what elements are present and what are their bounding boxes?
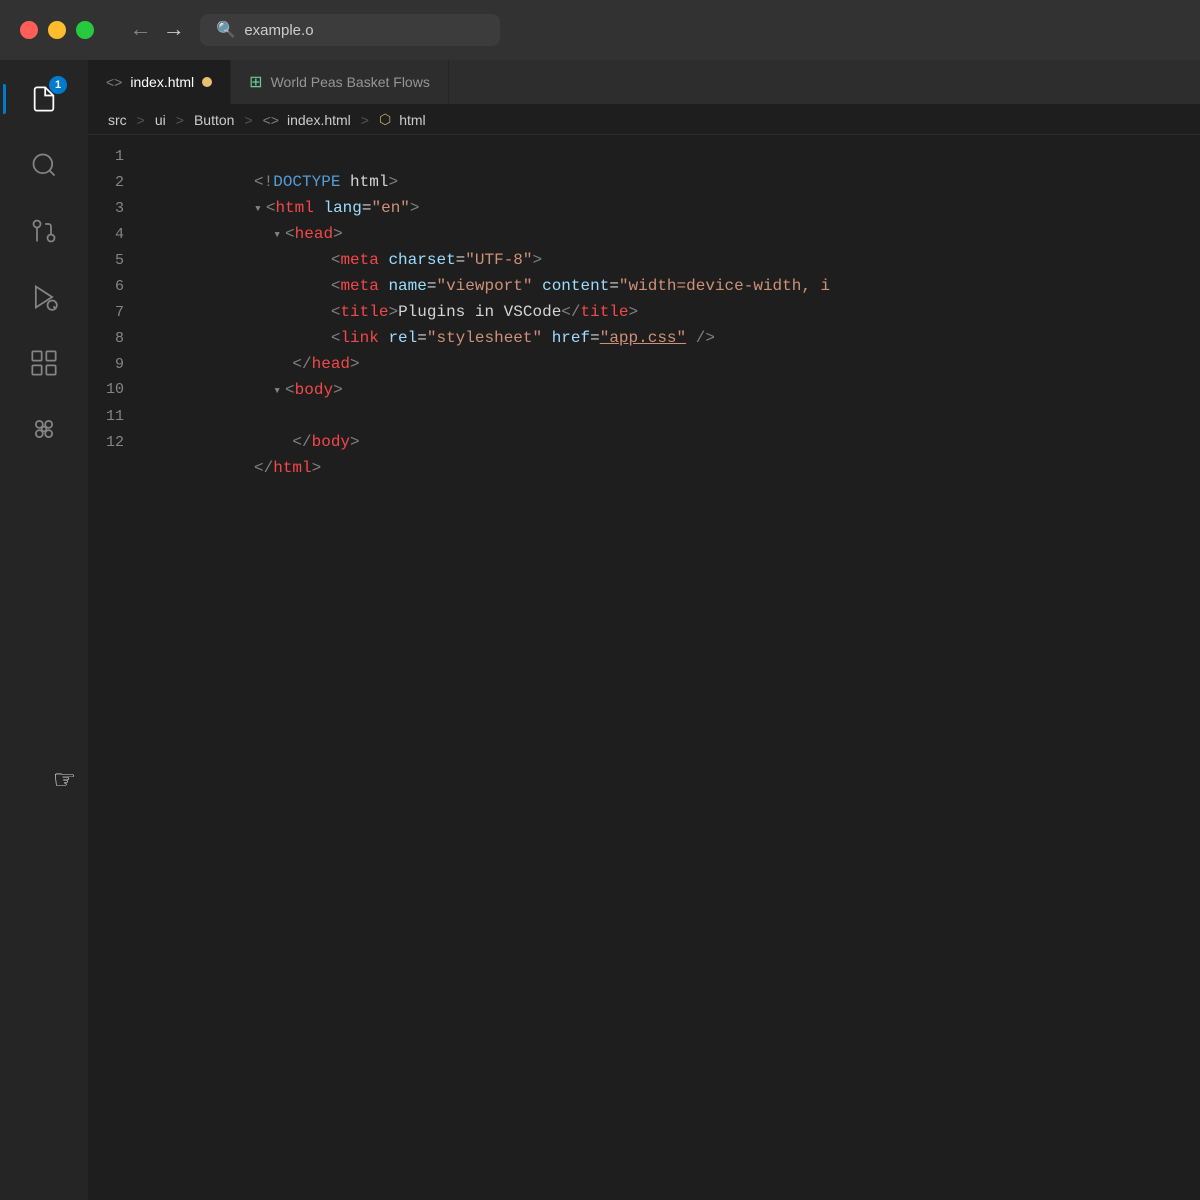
address-bar[interactable]: 🔍 example.o xyxy=(200,14,500,46)
html-file-icon: <> xyxy=(106,74,122,90)
sidebar-item-search[interactable] xyxy=(15,136,73,194)
tab-bar: <> index.html ⊞ World Peas Basket Flows xyxy=(88,60,1200,105)
sidebar-item-run[interactable] xyxy=(15,268,73,326)
address-text: example.o xyxy=(244,22,313,39)
close-button[interactable] xyxy=(20,21,38,39)
search-icon: 🔍 xyxy=(216,20,236,40)
breadcrumb-index-html[interactable]: index.html xyxy=(287,112,351,128)
main-layout: 1 xyxy=(0,60,1200,1200)
maximize-button[interactable] xyxy=(76,21,94,39)
activity-bar: 1 xyxy=(0,60,88,1200)
breadcrumb-ui[interactable]: ui xyxy=(155,112,166,128)
sidebar-item-source-control[interactable] xyxy=(15,202,73,260)
breadcrumb-html[interactable]: html xyxy=(399,112,425,128)
code-line-6: 6 <title>Plugins in VSCode</title> xyxy=(88,273,1200,299)
code-line-1: 1 <!DOCTYPE html> xyxy=(88,143,1200,169)
code-line-11: 11 </body> xyxy=(88,403,1200,429)
sidebar-item-explorer[interactable]: 1 xyxy=(15,70,73,128)
code-line-9: 9 ▾<body> xyxy=(88,351,1200,377)
code-line-4: 4 <meta charset="UTF-8"> xyxy=(88,221,1200,247)
code-line-12: 12 </html> xyxy=(88,429,1200,455)
tab-label-index: index.html xyxy=(130,74,194,90)
minimize-button[interactable] xyxy=(48,21,66,39)
tab-index-html[interactable]: <> index.html xyxy=(88,59,231,104)
sidebar-item-extensions[interactable] xyxy=(15,334,73,392)
breadcrumb-file-icon: <> xyxy=(263,112,279,128)
breadcrumb-button[interactable]: Button xyxy=(194,112,234,128)
code-line-8: 8 </head> xyxy=(88,325,1200,351)
sidebar-item-figma[interactable] xyxy=(15,400,73,458)
code-editor[interactable]: 1 <!DOCTYPE html> 2 ▾<html lang="en"> 3 … xyxy=(88,135,1200,1200)
code-line-7: 7 <link rel="stylesheet" href="app.css" … xyxy=(88,299,1200,325)
navigation-buttons: ← → xyxy=(134,18,180,43)
tab-modified-indicator xyxy=(202,77,212,87)
back-button[interactable]: ← xyxy=(134,18,147,43)
grid-icon: ⊞ xyxy=(249,72,262,92)
editor-area: <> index.html ⊞ World Peas Basket Flows … xyxy=(88,60,1200,1200)
tab-label-world-peas: World Peas Basket Flows xyxy=(271,74,430,90)
forward-button[interactable]: → xyxy=(167,18,180,43)
traffic-lights xyxy=(20,21,94,39)
code-line-10: 10 xyxy=(88,377,1200,403)
code-line-3: 3 ▾<head> xyxy=(88,195,1200,221)
breadcrumb-src[interactable]: src xyxy=(108,112,127,128)
breadcrumb-html-icon: ⬡ xyxy=(379,111,391,128)
tab-world-peas[interactable]: ⊞ World Peas Basket Flows xyxy=(231,59,449,104)
breadcrumb: src > ui > Button > <> index.html > ⬡ ht… xyxy=(88,105,1200,135)
title-bar: ← → 🔍 example.o xyxy=(0,0,1200,60)
code-line-2: 2 ▾<html lang="en"> xyxy=(88,169,1200,195)
explorer-badge: 1 xyxy=(49,76,67,94)
code-line-5: 5 <meta name="viewport" content="width=d… xyxy=(88,247,1200,273)
